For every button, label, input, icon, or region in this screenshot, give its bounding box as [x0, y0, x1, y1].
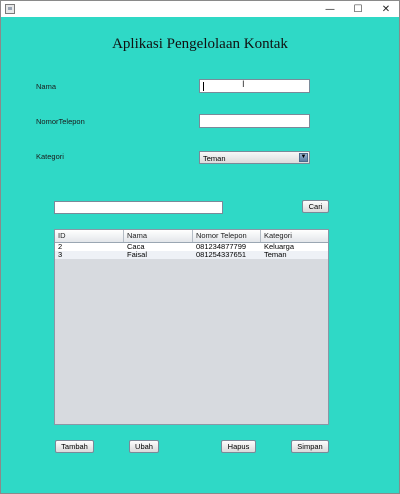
column-header-kategori[interactable]: Kategori — [261, 230, 328, 242]
telepon-input[interactable] — [199, 114, 310, 128]
kategori-selected-value: Teman — [203, 154, 226, 163]
ubah-button[interactable]: Ubah — [129, 440, 159, 453]
kategori-select[interactable]: Teman ▼ — [199, 151, 310, 164]
search-input[interactable] — [54, 201, 223, 214]
text-caret — [203, 82, 204, 91]
search-button[interactable]: Cari — [302, 200, 329, 213]
page-title: Aplikasi Pengelolaan Kontak — [112, 36, 288, 52]
table-row[interactable]: 2 Caca 081234877799 Keluarga — [55, 243, 328, 251]
tambah-button[interactable]: Tambah — [55, 440, 94, 453]
minimize-button[interactable]: — — [317, 2, 343, 17]
table-row[interactable]: 3 Faisal 081254337651 Teman — [55, 251, 328, 259]
simpan-button[interactable]: Simpan — [291, 440, 329, 453]
column-header-id[interactable]: ID — [55, 230, 124, 242]
kategori-label: Kategori — [36, 152, 64, 161]
text-cursor-icon: I — [242, 80, 245, 90]
table-cell: Faisal — [127, 250, 148, 259]
nama-input[interactable]: I — [199, 79, 310, 93]
chevron-down-icon[interactable]: ▼ — [299, 153, 308, 162]
close-button[interactable]: ✕ — [373, 2, 399, 17]
table-cell: 3 — [58, 250, 63, 259]
window-icon — [5, 4, 15, 14]
nama-label: Nama — [36, 82, 57, 91]
maximize-button[interactable]: ☐ — [345, 2, 371, 17]
hapus-button[interactable]: Hapus — [221, 440, 256, 453]
title-bar[interactable]: — ☐ ✕ — [1, 1, 399, 17]
column-header-nama[interactable]: Nama — [124, 230, 193, 242]
table-cell: Teman — [264, 250, 287, 259]
telepon-label: NomorTelepon — [36, 117, 85, 126]
table-cell: 2 — [58, 242, 63, 251]
column-header-nomor-telepon[interactable]: Nomor Telepon — [193, 230, 261, 242]
table-cell: 081254337651 — [196, 250, 247, 259]
contacts-table[interactable]: ID Nama Nomor Telepon Kategori 2 Caca 08… — [54, 229, 329, 425]
